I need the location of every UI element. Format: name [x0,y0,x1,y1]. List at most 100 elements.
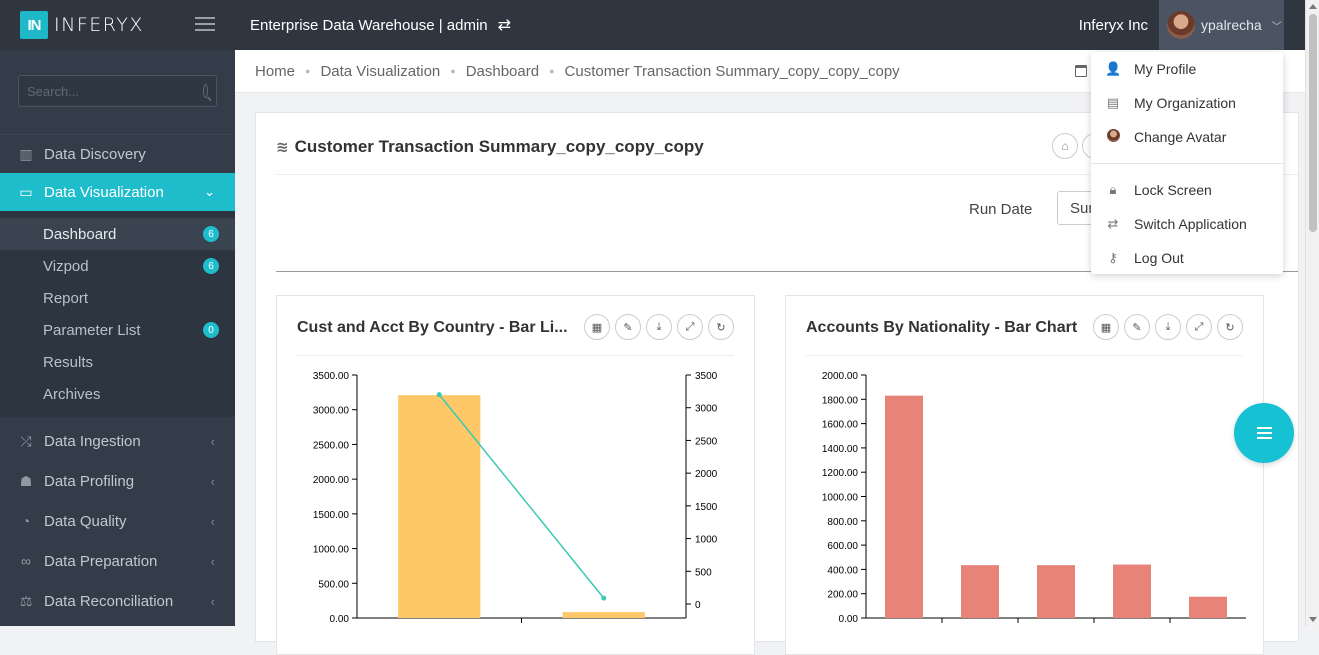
sidebar-item-data-preparation[interactable]: ∞ Data Preparation ‹ [0,541,235,581]
line-point [601,595,607,601]
divider [806,355,1243,356]
bar [562,612,645,618]
y2-tick-label: 1000 [695,535,718,546]
sidebar-subitem-label: Archives [43,385,101,403]
menu-item-lock-screen[interactable]: 🔒︎ Lock Screen [1091,173,1283,207]
scroll-thumb[interactable] [1309,14,1317,232]
menu-item-label: My Profile [1134,61,1197,77]
sidebar-item-data-ingestion[interactable]: ⤮ Data Ingestion ‹ [0,421,235,461]
app-title[interactable]: Enterprise Data Warehouse | admin ⇄ [250,15,511,35]
search-icon[interactable] [203,84,208,98]
y-tick-label: 400.00 [827,565,858,576]
bar [398,395,481,618]
search-input[interactable] [27,83,203,99]
sidebar-item-label: Data Profiling [44,472,135,490]
sidebar-toggle-icon[interactable] [195,17,215,33]
sidebar-item-label: Data Ingestion [44,432,141,450]
grid-icon[interactable]: ▦ [584,314,610,340]
app-title-text: Enterprise Data Warehouse | admin [250,16,488,34]
count-badge: 0 [203,322,219,338]
breadcrumb-separator: ● [549,66,555,76]
sidebar-item-data-quality[interactable]: ◔ Data Quality ‹ [0,501,235,541]
breadcrumb-current: Customer Transaction Summary_copy_copy_c… [564,62,900,80]
menu-item-change-avatar[interactable]: Change Avatar [1091,120,1283,154]
chevron-down-icon: ⌄ [204,184,215,199]
y-tick-label: 200.00 [827,590,858,601]
expand-icon[interactable]: ⤢ [677,314,703,340]
bar [1189,596,1227,618]
sidebar-item-data-visualization[interactable]: ▭ Data Visualization ⌄ [0,173,245,211]
scroll-up-icon[interactable] [1309,4,1317,9]
breadcrumb-data-visualization[interactable]: Data Visualization [320,63,440,80]
sidebar-subitem-dashboard[interactable]: Dashboard 6 [0,218,235,250]
chevron-left-icon: ‹ [210,473,215,489]
chart-title: Accounts By Nationality - Bar Chart [806,319,1078,336]
home-button[interactable]: ⌂ [1052,133,1078,159]
menu-item-switch-application[interactable]: ⇄ Switch Application [1091,207,1283,241]
y-tick-label: 1200.00 [822,468,859,479]
chevron-down-icon: ﹀ [1271,21,1282,33]
refresh-icon[interactable]: ↻ [708,314,734,340]
edit-icon[interactable]: ✎ [615,314,641,340]
download-icon[interactable]: ⤓ [646,314,672,340]
chart-toolbar: ▦ ✎ ⤓ ⤢ ↻ [584,314,734,340]
scroll-down-icon[interactable] [1309,617,1317,622]
sidebar-item-data-profiling[interactable]: ☗ Data Profiling ‹ [0,461,235,501]
avatar-icon [1105,129,1121,145]
edit-icon[interactable]: ✎ [1124,314,1150,340]
sidebar-subitem-label: Dashboard [43,225,117,243]
user-dropdown-menu: 👤 My Profile ▤ My Organization Change Av… [1091,52,1283,274]
switch-app-icon[interactable]: ⇄ [498,15,511,35]
chevron-left-icon: ‹ [210,553,215,569]
logo-mark: IN [20,11,48,39]
download-icon[interactable]: ⤓ [1155,314,1181,340]
logo[interactable]: IN INFERYX [0,0,235,50]
avatar [1167,11,1195,39]
page-scrollbar[interactable] [1305,0,1319,626]
sidebar-item-label: Data Reconciliation [44,592,174,610]
y-tick-label: 1000.00 [822,493,859,504]
menu-item-log-out[interactable]: ⚷ Log Out [1091,241,1283,275]
dashboard-title-text: Customer Transaction Summary_copy_copy_c… [294,137,704,156]
y-tick-label: 0.00 [330,614,350,625]
sidebar-subitem-archives[interactable]: Archives [0,378,235,410]
sidebar-item-data-reconciliation[interactable]: ⚖ Data Reconciliation ‹ [0,581,235,621]
y2-tick-label: 0 [695,600,701,611]
menu-item-label: Log Out [1134,250,1184,266]
y-tick-label: 3500.00 [313,371,350,382]
sidebar-item-data-discovery[interactable]: ▥ Data Discovery [0,135,235,173]
bar [1037,565,1075,618]
sidebar-groups: ⤮ Data Ingestion ‹ ☗ Data Profiling ‹ ◔ … [0,417,235,621]
sidebar-subitem-parameter-list[interactable]: Parameter List 0 [0,314,235,346]
breadcrumb-dashboard[interactable]: Dashboard [466,63,539,80]
chart-title: Cust and Acct By Country - Bar Li... [297,319,568,336]
key-icon: ⚷ [1108,250,1118,265]
menu-item-my-profile[interactable]: 👤 My Profile [1091,52,1283,86]
expand-icon[interactable]: ⤢ [1186,314,1212,340]
sidebar-subitem-vizpod[interactable]: Vizpod 6 [0,250,235,282]
menu-item-label: Lock Screen [1134,182,1212,198]
chart-card: Accounts By Nationality - Bar Chart ▦ ✎ … [785,295,1264,655]
run-date-label: Run Date [969,201,1033,218]
y-tick-label: 0.00 [839,614,859,625]
refresh-icon[interactable]: ↻ [1217,314,1243,340]
y-tick-label: 1400.00 [822,444,859,455]
layers-icon: ≋ [276,139,289,156]
grid-icon[interactable]: ▦ [1093,314,1119,340]
menu-item-my-organization[interactable]: ▤ My Organization [1091,86,1283,120]
dashboard-title: ≋ Customer Transaction Summary_copy_copy… [276,137,704,157]
user-menu-toggle[interactable]: ypalrecha ﹀ [1159,0,1284,50]
menu-item-label: Switch Application [1134,216,1247,232]
y-tick-label: 500.00 [318,579,349,590]
count-badge: 6 [203,226,219,242]
top-navbar: IN INFERYX Enterprise Data Warehouse | a… [0,0,1305,50]
y-tick-label: 3000.00 [313,406,350,417]
balance-icon: ⚖ [19,592,33,609]
sidebar-subitem-results[interactable]: Results [0,346,235,378]
breadcrumb-home[interactable]: Home [255,63,295,80]
monitor-icon: ▭ [19,183,33,200]
sidebar-subitem-report[interactable]: Report [0,282,235,314]
y2-tick-label: 3000 [695,404,718,415]
floating-menu-button[interactable] [1234,403,1294,463]
user-icon: 👤 [1105,61,1122,76]
